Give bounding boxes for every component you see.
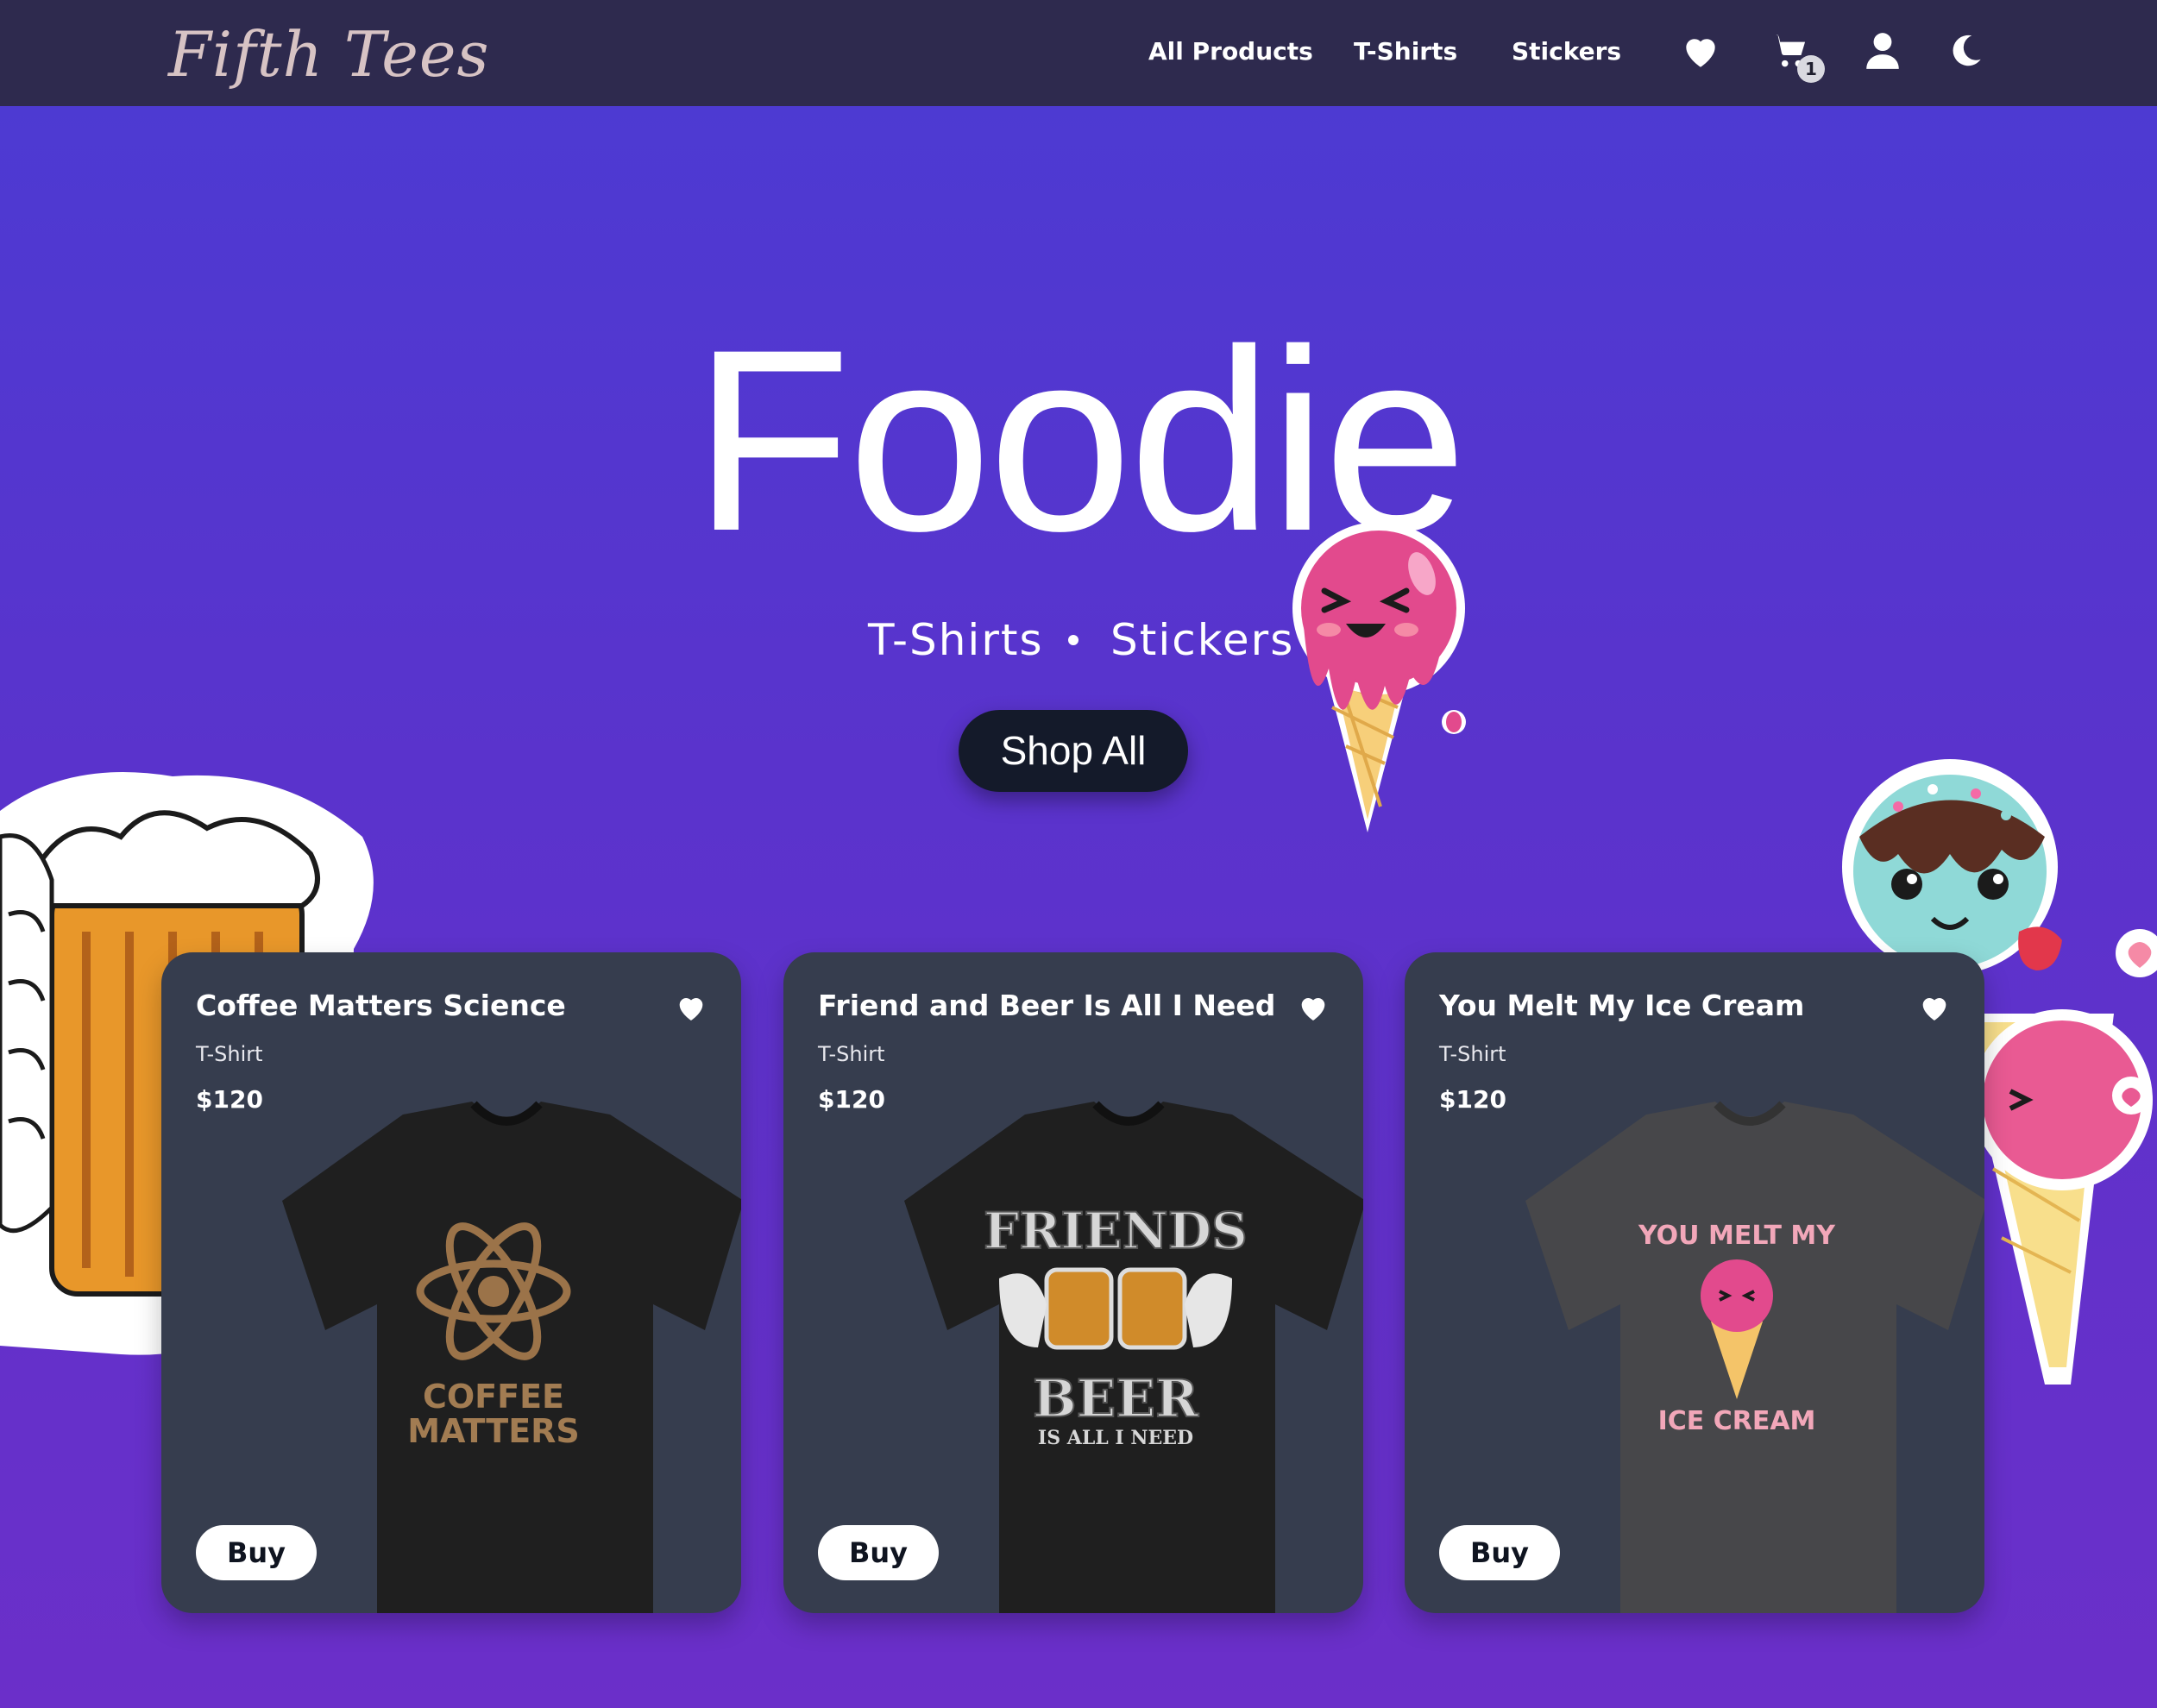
tshirt-print-text: COFFEE <box>423 1378 564 1416</box>
tshirt-print-text: BEER <box>1033 1369 1199 1429</box>
buy-button[interactable]: Buy <box>1439 1525 1560 1580</box>
tshirt-image: YOU MELT MY ICE CREAM <box>1491 1097 1984 1613</box>
buy-button[interactable]: Buy <box>196 1525 317 1580</box>
hero-subtitle-stickers: Stickers <box>1110 615 1295 665</box>
hero-separator-dot <box>1068 635 1078 645</box>
ice-cream-cone-sticker <box>1277 522 1484 841</box>
product-title[interactable]: Friend and Beer Is All I Need <box>818 989 1301 1022</box>
product-title[interactable]: You Melt My Ice Cream <box>1439 989 1922 1022</box>
favorite-heart-icon[interactable] <box>1296 990 1330 1025</box>
moon-icon[interactable] <box>1944 29 1987 72</box>
product-card[interactable]: You Melt My Ice Cream T-Shirt $120 YOU M… <box>1405 952 1984 1613</box>
tshirt-image: FRIENDS BEER IS ALL I NEED <box>870 1097 1363 1613</box>
hero-subtitle-tshirts: T-Shirts <box>868 615 1044 665</box>
product-card[interactable]: Coffee Matters Science T-Shirt $120 COFF… <box>161 952 741 1613</box>
nav-link-all-products[interactable]: All Products <box>1148 33 1313 71</box>
tshirt-print-text: FRIENDS <box>984 1202 1248 1260</box>
product-type: T-Shirt <box>1439 1042 1506 1066</box>
product-type: T-Shirt <box>196 1042 263 1066</box>
site-logo[interactable]: Fifth Tees <box>168 7 489 102</box>
tshirt-print-text: MATTERS <box>407 1412 580 1450</box>
product-type: T-Shirt <box>818 1042 885 1066</box>
heart-icon[interactable] <box>1679 29 1722 72</box>
cart-count-badge: 1 <box>1797 55 1825 83</box>
buy-button[interactable]: Buy <box>818 1525 939 1580</box>
product-card[interactable]: Friend and Beer Is All I Need T-Shirt $1… <box>783 952 1363 1613</box>
user-icon[interactable] <box>1861 29 1904 72</box>
nav-link-t-shirts[interactable]: T-Shirts <box>1354 33 1457 71</box>
tshirt-print-text: ICE CREAM <box>1658 1406 1816 1436</box>
nav-link-stickers[interactable]: Stickers <box>1512 33 1621 71</box>
favorite-heart-icon[interactable] <box>674 990 708 1025</box>
tshirt-image: COFFEE MATTERS <box>248 1097 741 1613</box>
favorite-heart-icon[interactable] <box>1917 990 1952 1025</box>
top-nav: Fifth Tees All Products T-Shirts Sticker… <box>0 0 2157 106</box>
product-title[interactable]: Coffee Matters Science <box>196 989 679 1022</box>
hero-title: Foodie <box>693 295 1467 585</box>
tshirt-print-text: IS ALL I NEED <box>1038 1427 1193 1449</box>
tshirt-print-text: YOU MELT MY <box>1638 1221 1836 1251</box>
shop-all-button[interactable]: Shop All <box>959 710 1188 792</box>
